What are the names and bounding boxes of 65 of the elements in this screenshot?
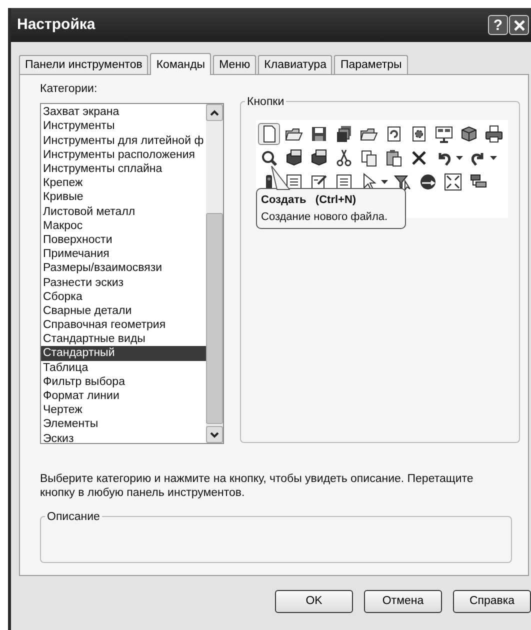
list-item[interactable]: Листовой металл: [41, 204, 206, 219]
tooltip-shortcut: (Ctrl+N): [315, 194, 356, 206]
list-item[interactable]: Сварные детали: [41, 304, 206, 318]
list-item[interactable]: Захват экрана: [41, 105, 206, 120]
box-icon: [460, 125, 478, 144]
tooltip-description: Создание нового файла.: [261, 210, 389, 225]
gear-document-icon: [410, 125, 428, 144]
list-item[interactable]: Размеры/взаимосвязи: [41, 261, 206, 276]
close-button[interactable]: [509, 15, 529, 35]
list-item[interactable]: Инструменты сплайна: [41, 162, 206, 176]
list-item[interactable]: Поверхности: [41, 232, 206, 248]
list-item[interactable]: Справочная геометрия: [41, 318, 206, 332]
window-title: Настройка: [17, 14, 96, 35]
printer-icon: [485, 125, 503, 144]
ok-button[interactable]: OK: [275, 590, 353, 613]
list-item[interactable]: Сборка: [41, 290, 206, 304]
copy-icon: [360, 149, 378, 168]
cube-icon: [310, 149, 328, 168]
list-item[interactable]: Таблица: [41, 360, 206, 375]
scissors-icon: [335, 149, 353, 168]
expand-icon: [444, 173, 462, 192]
list-item[interactable]: Стандартные виды: [41, 332, 206, 346]
clipboard-icon: [385, 149, 403, 168]
panel-icon: [435, 125, 453, 144]
scroll-up-button[interactable]: [206, 104, 223, 122]
toolbar-button[interactable]: [483, 123, 505, 146]
toolbar-button[interactable]: [258, 123, 280, 146]
caret-icon: [456, 156, 463, 160]
delete-icon: [410, 149, 428, 168]
toolbar-button[interactable]: [442, 171, 464, 194]
cancel-button[interactable]: Отмена: [364, 590, 442, 613]
caret-icon: [381, 180, 388, 184]
rebuild-document-icon: [385, 125, 403, 144]
list-item[interactable]: Инструменты расположения: [41, 148, 206, 162]
list-item[interactable]: Разнести эскиз: [41, 276, 206, 290]
scroll-down-button[interactable]: [206, 426, 223, 444]
list-item[interactable]: Эскиз: [41, 432, 206, 446]
list-item[interactable]: Чертеж: [41, 403, 206, 418]
list-item[interactable]: Инструменты: [41, 119, 206, 134]
list-item[interactable]: Стандартный: [41, 346, 206, 361]
list-item[interactable]: Элементы: [41, 417, 206, 432]
help-button[interactable]: ?: [488, 15, 508, 35]
list-item[interactable]: Формат линии: [41, 389, 206, 404]
cube-icon: [285, 149, 303, 168]
list-item[interactable]: Примечания: [41, 247, 206, 262]
tab[interactable]: Панели инструментов: [19, 55, 148, 74]
scrollbar-thumb[interactable]: [206, 213, 223, 424]
list-item[interactable]: Макрос: [41, 218, 206, 233]
hint-text: Выберите категорию и нажмите на кнопку, чтобы увидеть описание. Перетащите кнопку в любую панель инструментов.: [40, 472, 474, 500]
list-item[interactable]: Кривые: [41, 190, 206, 205]
categories-label: Категории:: [40, 82, 98, 97]
magnifier-icon: [260, 149, 278, 168]
list-item[interactable]: Инструменты для литейной ф: [41, 134, 206, 148]
list-item[interactable]: Крепеж: [41, 176, 206, 190]
tab[interactable]: Команды: [150, 53, 212, 75]
tab[interactable]: Параметры: [334, 55, 408, 74]
tab[interactable]: Меню: [213, 55, 256, 74]
tab[interactable]: Клавиатура: [258, 55, 332, 74]
close-icon: [512, 18, 526, 32]
sphere-icon: [419, 173, 437, 192]
stacked-disks-icon: [335, 125, 353, 144]
list-item[interactable]: Фильтр выбора: [41, 374, 206, 389]
tooltip-title: Создать: [261, 194, 306, 206]
caret-icon: [490, 156, 497, 160]
help-button[interactable]: Справка: [453, 590, 531, 613]
